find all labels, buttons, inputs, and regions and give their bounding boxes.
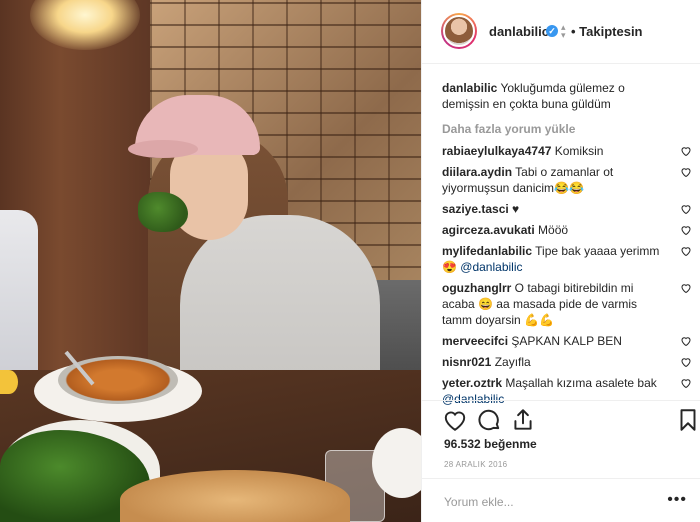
comment-row: merveecifci ŞAPKAN KALP BEN — [442, 333, 692, 349]
caption-username[interactable]: danlabilic — [442, 81, 497, 95]
comment-text: Maşallah kızıma asalete bak — [502, 376, 657, 390]
heart-icon[interactable] — [680, 377, 692, 389]
action-bar — [422, 400, 700, 436]
comment-mention[interactable]: @danlabilic — [460, 260, 522, 274]
comment-row: diilara.aydin Tabi o zamanlar ot yiyormu… — [442, 164, 692, 196]
likes-count[interactable]: 96.532 beğenme — [444, 437, 537, 451]
comment-row: saziye.tasci ♥ — [442, 201, 692, 217]
comment-username[interactable]: mylifedanlabilic — [442, 244, 532, 258]
comment-username[interactable]: nisnr021 — [442, 355, 491, 369]
post-sidebar: danlabilic ✓ ▴ ▾ • Takiptesin danlabilic … — [421, 0, 700, 522]
heart-icon[interactable] — [680, 166, 692, 178]
photo-cap-brim — [128, 140, 198, 158]
photo-herb — [138, 192, 188, 232]
comment-username[interactable]: yeter.oztrk — [442, 376, 502, 390]
comment-input[interactable] — [444, 493, 644, 511]
comment-username[interactable]: merveecifci — [442, 334, 508, 348]
post-date[interactable]: 28 ARALIK 2016 — [444, 460, 507, 469]
avatar-image — [443, 15, 475, 47]
photo-left-person — [0, 210, 38, 370]
comment-icon[interactable] — [476, 407, 502, 433]
post-photo[interactable] — [0, 0, 421, 522]
chevron-updown-icon: ▴ ▾ — [561, 22, 566, 40]
comment-text: Komiksin — [551, 144, 604, 158]
heart-icon[interactable] — [680, 245, 692, 257]
heart-icon[interactable] — [680, 282, 692, 294]
heart-icon[interactable] — [680, 203, 692, 215]
header-username[interactable]: danlabilic — [489, 24, 549, 39]
comment-row: mylifedanlabilic Tipe bak yaaaa yerimm 😍… — [442, 243, 692, 275]
post-caption: danlabilic Yokluğumda gülemez o demişsin… — [442, 80, 692, 112]
comment-username[interactable]: diilara.aydin — [442, 165, 512, 179]
heart-icon[interactable] — [680, 335, 692, 347]
comment-text: ♥ — [508, 202, 520, 216]
comment-row: rabiaeylulkaya4747 Komiksin — [442, 143, 692, 159]
comments-list: danlabilic Yokluğumda gülemez o demişsin… — [442, 80, 692, 412]
comment-row: nisnr021 Zayıfla — [442, 354, 692, 370]
photo-lemon — [0, 370, 18, 394]
photo-pide — [120, 470, 350, 522]
comment-text: Zayıfla — [491, 355, 531, 369]
comment-text: ŞAPKAN KALP BEN — [508, 334, 622, 348]
comment-username[interactable]: rabiaeylulkaya4747 — [442, 144, 551, 158]
avatar[interactable] — [441, 13, 477, 49]
heart-icon[interactable] — [680, 356, 692, 368]
comment-username[interactable]: saziye.tasci — [442, 202, 509, 216]
follow-status[interactable]: • Takiptesin — [571, 24, 643, 39]
heart-icon[interactable] — [442, 407, 468, 433]
comment-username[interactable]: agirceza.avukati — [442, 223, 535, 237]
comment-row: agirceza.avukati Mööö — [442, 222, 692, 238]
comment-row: oguzhanglrr O tabagi bitirebildin mi aca… — [442, 280, 692, 328]
share-icon[interactable] — [510, 407, 536, 433]
heart-icon[interactable] — [680, 224, 692, 236]
post-header: danlabilic ✓ ▴ ▾ • Takiptesin — [422, 0, 700, 64]
verified-badge-icon: ✓ — [546, 25, 558, 37]
comment-username[interactable]: oguzhanglrr — [442, 281, 511, 295]
heart-icon[interactable] — [680, 145, 692, 157]
more-options-icon[interactable]: ••• — [667, 491, 687, 509]
bookmark-icon[interactable] — [675, 407, 700, 433]
comment-text: Mööö — [534, 223, 569, 237]
load-more-comments-button[interactable]: Daha fazla yorum yükle — [442, 121, 692, 137]
comment-box: ••• — [422, 478, 700, 522]
